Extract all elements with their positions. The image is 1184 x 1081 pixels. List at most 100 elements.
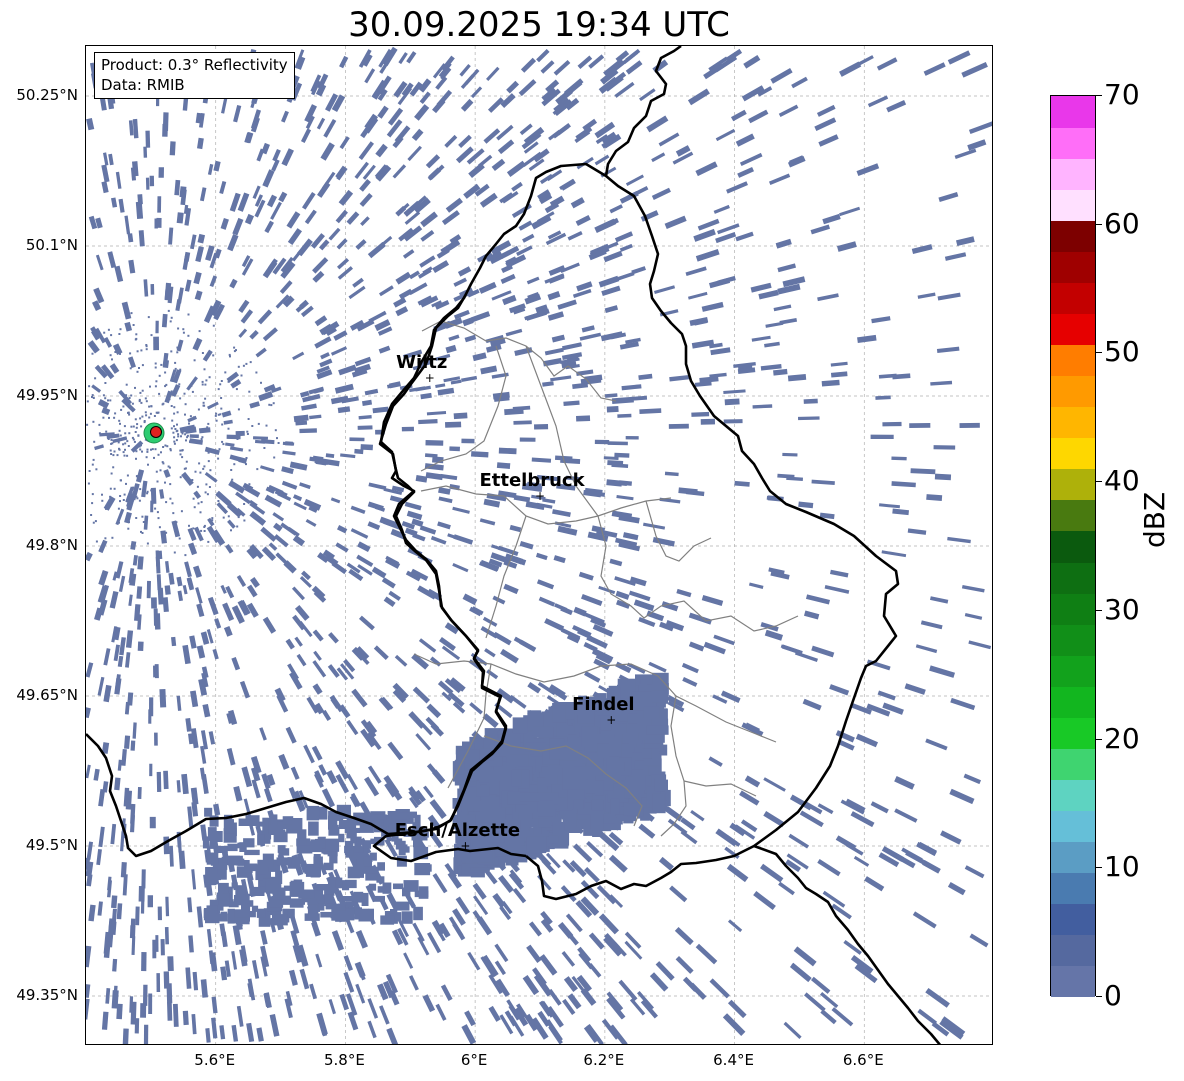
city-wiltz: +Wiltz — [396, 352, 447, 385]
echo-cell — [730, 109, 747, 122]
echo-cell — [195, 587, 203, 604]
lat-tick-label: 49.8°N — [25, 536, 78, 554]
echo-cell — [140, 349, 143, 352]
echo-cell — [713, 634, 735, 646]
echo-cell — [557, 299, 577, 310]
radar-map[interactable]: + Wiltz + Ettelbruck + Findel + Esch/Alzette — [85, 45, 993, 1045]
echo-cell — [135, 517, 138, 519]
echo-cell — [830, 371, 848, 378]
echo-cell — [150, 405, 153, 408]
colorbar-segment — [1051, 624, 1095, 656]
echo-cell — [176, 423, 178, 426]
echo-cell — [107, 399, 109, 402]
colorbar-segment — [1051, 158, 1095, 190]
echo-cell — [915, 644, 938, 654]
echo-cell — [120, 408, 123, 411]
colorbar-segment — [1051, 748, 1095, 780]
echo-cell — [246, 1022, 255, 1043]
echo-cell — [539, 954, 558, 976]
echo-cell — [231, 656, 241, 671]
city-name: Findel — [572, 694, 635, 715]
echo-cell — [926, 494, 943, 501]
echo-cell — [195, 246, 204, 263]
echo-cell — [177, 590, 183, 602]
echo-cell — [130, 541, 137, 550]
echo-cell — [158, 392, 161, 395]
echo-cell — [881, 550, 907, 558]
echo-cell — [244, 213, 255, 225]
echo-cell — [95, 254, 104, 271]
echo-cell — [240, 374, 243, 377]
echo-cell — [425, 472, 444, 481]
echo-cell — [227, 908, 235, 924]
echo-cell — [321, 709, 332, 722]
echo-cell — [206, 928, 213, 948]
echo-cell — [542, 381, 554, 387]
echo-cell — [448, 334, 460, 342]
echo-cell — [536, 49, 550, 63]
echo-cell — [199, 187, 207, 202]
echo-cell — [260, 930, 268, 945]
echo-cell — [744, 775, 761, 788]
echo-cell — [86, 117, 95, 131]
echo-cell — [156, 411, 159, 414]
echo-cell — [273, 522, 283, 532]
echo-cell — [203, 465, 206, 468]
echo-cell — [646, 725, 669, 735]
echo-cell — [323, 862, 334, 871]
echo-cell — [251, 779, 261, 799]
echo-cell — [141, 532, 144, 534]
echo-cell — [642, 748, 652, 759]
echo-cell — [811, 479, 835, 485]
echo-cell — [128, 521, 130, 524]
echo-cell — [253, 886, 269, 893]
echo-cell — [137, 641, 144, 651]
echo-cell — [248, 483, 251, 486]
echo-cell — [135, 906, 140, 926]
echo-cell — [764, 341, 780, 348]
echo-cell — [190, 690, 199, 708]
echo-cell — [426, 411, 447, 416]
echo-cell — [184, 561, 192, 578]
echo-cell — [664, 471, 679, 477]
echo-cell — [153, 336, 160, 351]
echo-cell — [167, 465, 170, 468]
echo-cell — [243, 460, 246, 463]
echo-cell — [328, 632, 339, 644]
echo-cell — [151, 597, 157, 609]
echo-cell — [735, 231, 754, 242]
echo-cell — [967, 139, 987, 151]
echo-cell — [227, 519, 236, 529]
echo-cell — [478, 281, 497, 294]
echo-cell — [418, 886, 429, 899]
echo-cell — [225, 442, 235, 447]
echo-cell — [646, 610, 665, 622]
echo-cell — [91, 463, 94, 466]
echo-cell — [105, 507, 107, 510]
echo-cell — [125, 652, 131, 668]
echo-cell — [453, 534, 474, 545]
echo-cell — [360, 444, 373, 451]
echo-cell — [750, 282, 772, 293]
echo-cell — [184, 403, 187, 406]
echo-cell — [139, 391, 142, 394]
echo-cell — [695, 161, 718, 177]
echo-cell — [247, 418, 250, 420]
echo-cell — [209, 839, 218, 849]
echo-cell — [119, 500, 121, 503]
echo-cell — [120, 479, 122, 482]
echo-cell — [165, 531, 168, 534]
echo-cell — [102, 394, 105, 397]
echo-cell — [925, 738, 948, 751]
echo-cell — [181, 471, 194, 486]
echo-cell — [186, 436, 189, 439]
echo-cell — [263, 447, 266, 449]
echo-cell — [165, 896, 170, 917]
echo-cell — [277, 442, 280, 444]
echo-cell — [176, 351, 179, 354]
echo-cell — [469, 702, 483, 715]
echo-cell — [168, 398, 171, 401]
echo-cell — [170, 390, 173, 393]
echo-cell — [273, 534, 289, 548]
colorbar-tick-label: 20 — [1104, 721, 1140, 755]
